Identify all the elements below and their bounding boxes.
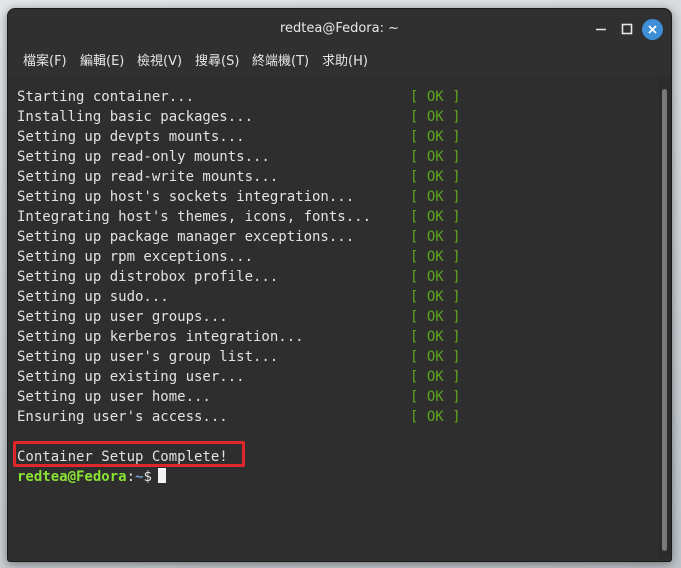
prompt-symbol: $ — [143, 469, 152, 485]
ok-status: [ OK ] — [410, 329, 461, 345]
terminal-output[interactable]: Starting container... [ OK ] Installing … — [10, 77, 658, 559]
text-cursor — [157, 468, 166, 483]
output-line: Setting up existing user... — [17, 369, 245, 385]
ok-status: [ OK ] — [410, 189, 461, 205]
desktop-background: redtea@Fedora: ~ 檔案(F) 編輯(E) 檢視(V) 搜尋(S)… — [0, 0, 681, 568]
menu-view[interactable]: 檢視(V) — [137, 49, 182, 75]
ok-status: [ OK ] — [410, 369, 461, 385]
output-line: Setting up rpm exceptions... — [17, 249, 254, 265]
menu-search[interactable]: 搜尋(S) — [195, 49, 239, 75]
output-line: Setting up read-write mounts... — [17, 169, 279, 185]
output-line: Integrating host's themes, icons, fonts.… — [17, 209, 372, 225]
minimize-button[interactable] — [591, 19, 611, 39]
ok-status: [ OK ] — [410, 109, 461, 125]
ok-status: [ OK ] — [410, 229, 461, 245]
menu-file[interactable]: 檔案(F) — [23, 49, 67, 75]
ok-status: [ OK ] — [410, 89, 461, 105]
window-title: redtea@Fedora: ~ — [279, 21, 400, 36]
ok-status: [ OK ] — [410, 249, 461, 265]
ok-status: [ OK ] — [410, 209, 461, 225]
output-line: Setting up devpts mounts... — [17, 129, 245, 145]
output-line: Setting up package manager exceptions... — [17, 229, 355, 245]
output-line: Setting up kerberos integration... — [17, 329, 304, 345]
menu-terminal[interactable]: 終端機(T) — [252, 49, 309, 75]
output-line: Installing basic packages... — [17, 109, 254, 125]
ok-status: [ OK ] — [410, 149, 461, 165]
output-line: Setting up sudo... — [17, 289, 169, 305]
ok-status: [ OK ] — [410, 389, 461, 405]
title-bar[interactable]: redtea@Fedora: ~ — [8, 9, 671, 49]
output-line: Setting up host's sockets integration... — [17, 189, 355, 205]
scrollbar[interactable] — [658, 77, 671, 559]
ok-status: [ OK ] — [410, 349, 461, 365]
maximize-button[interactable] — [617, 19, 637, 39]
prompt-separator: : — [126, 469, 136, 485]
output-line: Setting up user home... — [17, 389, 211, 405]
ok-status: [ OK ] — [410, 309, 461, 325]
menu-edit[interactable]: 編輯(E) — [80, 49, 124, 75]
highlight-annotation-box — [13, 441, 245, 467]
ok-status: [ OK ] — [410, 269, 461, 285]
output-line: Ensuring user's access... — [17, 409, 228, 425]
output-line: Setting up user groups... — [17, 309, 228, 325]
output-line: Starting container... — [17, 89, 195, 105]
close-icon — [648, 25, 657, 34]
prompt-user-host: redtea@Fedora — [17, 469, 127, 485]
menu-help[interactable]: 求助(H) — [322, 49, 368, 75]
output-line: Setting up distrobox profile... — [17, 269, 279, 285]
ok-status: [ OK ] — [410, 289, 461, 305]
ok-status: [ OK ] — [410, 409, 461, 425]
minimize-icon — [596, 28, 606, 31]
output-line: Setting up user's group list... — [17, 349, 279, 365]
menu-bar: 檔案(F) 編輯(E) 檢視(V) 搜尋(S) 終端機(T) 求助(H) — [8, 49, 671, 75]
terminal-window: redtea@Fedora: ~ 檔案(F) 編輯(E) 檢視(V) 搜尋(S)… — [7, 8, 672, 562]
ok-status: [ OK ] — [410, 129, 461, 145]
ok-status: [ OK ] — [410, 169, 461, 185]
close-button[interactable] — [642, 19, 663, 40]
shell-prompt[interactable]: redtea@Fedora:~$ — [17, 467, 166, 487]
output-line: Setting up read-only mounts... — [17, 149, 270, 165]
scrollbar-thumb[interactable] — [662, 89, 667, 551]
maximize-icon — [621, 23, 633, 35]
